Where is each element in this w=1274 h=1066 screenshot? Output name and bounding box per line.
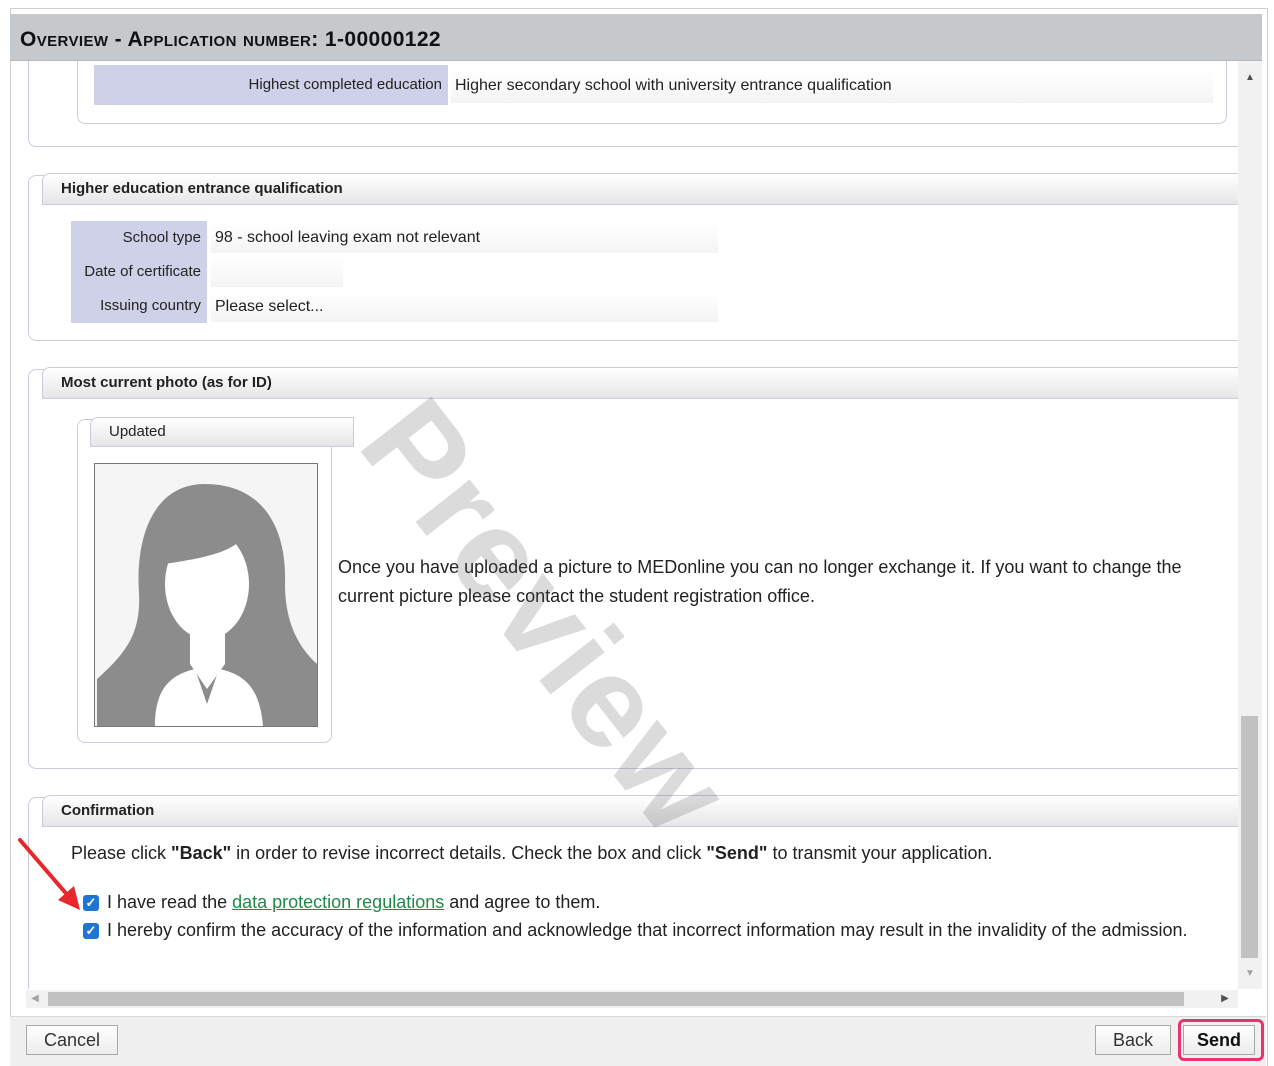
date-of-certificate-label: Date of certificate: [71, 255, 207, 289]
annotation-arrow-icon: [18, 838, 80, 910]
instructions-text-1: Please click: [71, 843, 172, 863]
instructions-text-2: in order to revise incorrect details. Ch…: [231, 843, 707, 863]
scroll-content: Highest completed education Higher secon…: [10, 61, 1238, 989]
data-protection-checkbox[interactable]: ✓: [83, 895, 99, 911]
vertical-scrollbar[interactable]: ▲ ▼: [1238, 61, 1262, 989]
issuing-country-label: Issuing country: [71, 289, 207, 323]
accuracy-confirm-label: I hereby confirm the accuracy of the inf…: [107, 920, 1188, 940]
photo-status-text: Updated: [109, 423, 166, 440]
entrance-qualification-title: Higher education entrance qualification: [61, 180, 343, 197]
school-type-label: School type: [71, 221, 207, 255]
cancel-button[interactable]: Cancel: [26, 1025, 118, 1055]
vertical-scroll-thumb[interactable]: [1241, 716, 1258, 958]
education-label: Highest completed education: [94, 65, 448, 105]
data-protection-text-post: and agree to them.: [444, 892, 601, 912]
photo-status-legend: Updated: [90, 417, 354, 447]
instructions-send-keyword: "Send": [706, 843, 768, 863]
photo-title: Most current photo (as for ID): [61, 374, 272, 391]
confirmation-legend: Confirmation: [42, 795, 1238, 827]
date-of-certificate-value[interactable]: [211, 257, 343, 287]
photo-info-line-1: Once you have uploaded a picture to MEDo…: [338, 557, 1182, 577]
avatar-silhouette-icon: [97, 484, 317, 726]
scroll-left-arrow-icon[interactable]: ◀: [26, 990, 44, 1008]
entrance-qualification-legend: Higher education entrance qualification: [42, 173, 1238, 205]
horizontal-scrollbar[interactable]: ◀ ▶: [26, 990, 1238, 1008]
scroll-up-arrow-icon[interactable]: ▲: [1238, 67, 1262, 89]
photo-info-line-2: current picture please contact the stude…: [338, 586, 815, 606]
dialog-footer: Cancel Back Send: [10, 1016, 1266, 1066]
instructions-back-keyword: "Back": [171, 843, 232, 863]
confirmation-instructions: Please click "Back" in order to revise i…: [71, 843, 993, 864]
scroll-right-arrow-icon[interactable]: ▶: [1216, 990, 1234, 1008]
instructions-text-3: to transmit your application.: [767, 843, 993, 863]
back-button[interactable]: Back: [1095, 1025, 1171, 1055]
accuracy-confirm-checkbox[interactable]: ✓: [83, 923, 99, 939]
avatar-placeholder-image: [94, 463, 318, 727]
data-protection-label: I have read the data protection regulati…: [107, 892, 600, 913]
horizontal-scroll-thumb[interactable]: [48, 992, 1184, 1006]
data-protection-link[interactable]: data protection regulations: [232, 892, 444, 912]
education-value: Higher secondary school with university …: [451, 69, 1213, 103]
data-protection-text-pre: I have read the: [107, 892, 233, 912]
issuing-country-select[interactable]: Please select...: [211, 292, 718, 322]
school-type-value[interactable]: 98 - school leaving exam not relevant: [211, 223, 718, 253]
confirmation-title: Confirmation: [61, 802, 155, 819]
scroll-down-arrow-icon[interactable]: ▼: [1238, 963, 1262, 985]
send-button-highlight: [1178, 1019, 1264, 1061]
dialog-titlebar: Overview - Application number: 1-0000012…: [10, 14, 1262, 61]
dialog-title: Overview - Application number: 1-0000012…: [20, 28, 442, 51]
photo-legend: Most current photo (as for ID): [42, 367, 1238, 399]
